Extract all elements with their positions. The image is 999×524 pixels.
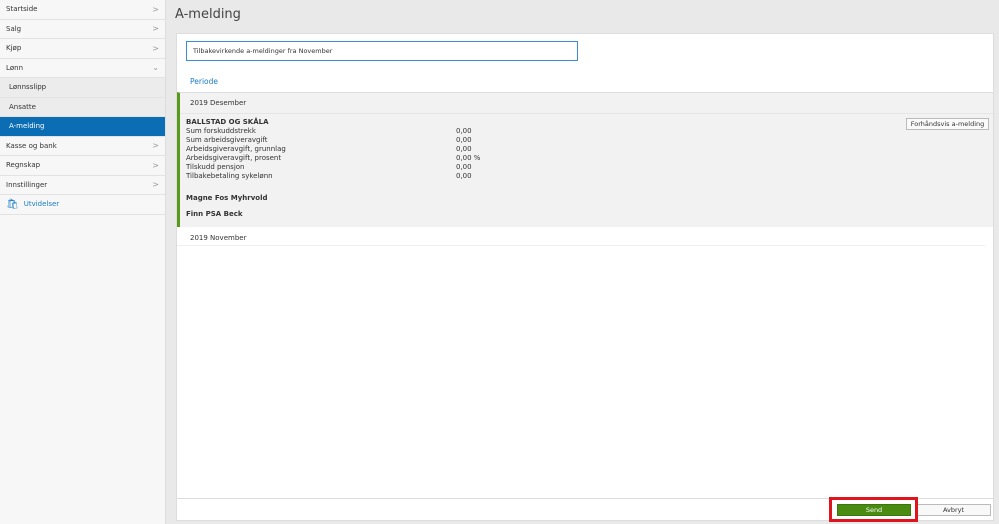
- periode-tab[interactable]: Periode: [190, 77, 218, 86]
- shopping-bag-icon: 🛍: [6, 198, 19, 210]
- nav-label: Salg: [6, 24, 22, 33]
- sidebar: Startside > Salg > Kjøp > Lønn ⌄ Lønnsslipp …: [0, 0, 166, 524]
- chevron-right-icon: >: [152, 43, 159, 53]
- chevron-right-icon: >: [152, 4, 159, 14]
- nav-label: Lønn: [6, 63, 24, 72]
- highlight-box: [829, 497, 918, 522]
- nav-label: A-melding: [9, 122, 45, 131]
- page-header: A-melding: [167, 0, 999, 32]
- nav-kasse-og-bank[interactable]: Kasse og bank >: [0, 137, 165, 156]
- nav-ansatte[interactable]: Ansatte: [0, 97, 165, 117]
- nav-label: Kasse og bank: [6, 141, 57, 150]
- nav-label: Lønnsslipp: [9, 83, 47, 92]
- period-section-november[interactable]: 2019 November: [177, 228, 985, 246]
- chevron-right-icon: >: [152, 160, 159, 170]
- nav-kjop[interactable]: Kjøp >: [0, 39, 165, 59]
- nav-label: Ansatte: [9, 102, 36, 111]
- nav-utvidelser[interactable]: 🛍 Utvidelser: [0, 195, 165, 215]
- employee-name[interactable]: Finn PSA Beck: [186, 210, 243, 218]
- page-title: A-melding: [175, 7, 241, 22]
- filter-input[interactable]: [186, 41, 578, 61]
- nav-lonnsslipp[interactable]: Lønnsslipp: [0, 78, 165, 98]
- employee-name[interactable]: Magne Fos Myhrvold: [186, 194, 268, 202]
- main-panel: Periode 2019 Desember BALLSTAD OG SKÅLA …: [176, 33, 994, 521]
- nav-innstillinger[interactable]: Innstillinger >: [0, 176, 165, 195]
- summary-row: Tilskudd pensjon 0,00: [186, 163, 472, 171]
- nav-lonn[interactable]: Lønn ⌄: [0, 59, 165, 78]
- nav-label: Kjøp: [6, 44, 22, 53]
- nav-a-melding[interactable]: A-melding: [0, 117, 165, 137]
- section-title[interactable]: 2019 Desember: [180, 93, 993, 114]
- preview-button[interactable]: Forhåndsvis a-melding: [906, 118, 989, 130]
- summary-row: Arbeidsgiveravgift, prosent 0,00 %: [186, 154, 481, 162]
- nav-label: Innstillinger: [6, 180, 48, 189]
- summary-row: Arbeidsgiveravgift, grunnlag 0,00: [186, 145, 472, 153]
- summary-row: Tilbakebetaling sykelønn 0,00: [186, 172, 472, 180]
- nav-label: Startside: [6, 5, 38, 14]
- chevron-down-icon: ⌄: [152, 63, 159, 73]
- chevron-right-icon: >: [152, 24, 159, 34]
- nav-label: Regnskap: [6, 161, 41, 170]
- cancel-button[interactable]: Avbryt: [916, 504, 991, 516]
- summary-row: Sum arbeidsgiveravgift 0,00: [186, 136, 472, 144]
- nav-salg[interactable]: Salg >: [0, 20, 165, 39]
- chevron-right-icon: >: [152, 141, 159, 151]
- summary-row: Sum forskuddstrekk 0,00: [186, 127, 472, 135]
- nav-regnskap[interactable]: Regnskap >: [0, 156, 165, 176]
- chevron-right-icon: >: [152, 180, 159, 190]
- org-name: BALLSTAD OG SKÅLA: [186, 118, 269, 126]
- nav-label: Utvidelser: [23, 200, 60, 209]
- period-section-desember: 2019 Desember BALLSTAD OG SKÅLA Forhånds…: [177, 92, 993, 227]
- nav-startside[interactable]: Startside >: [0, 0, 165, 20]
